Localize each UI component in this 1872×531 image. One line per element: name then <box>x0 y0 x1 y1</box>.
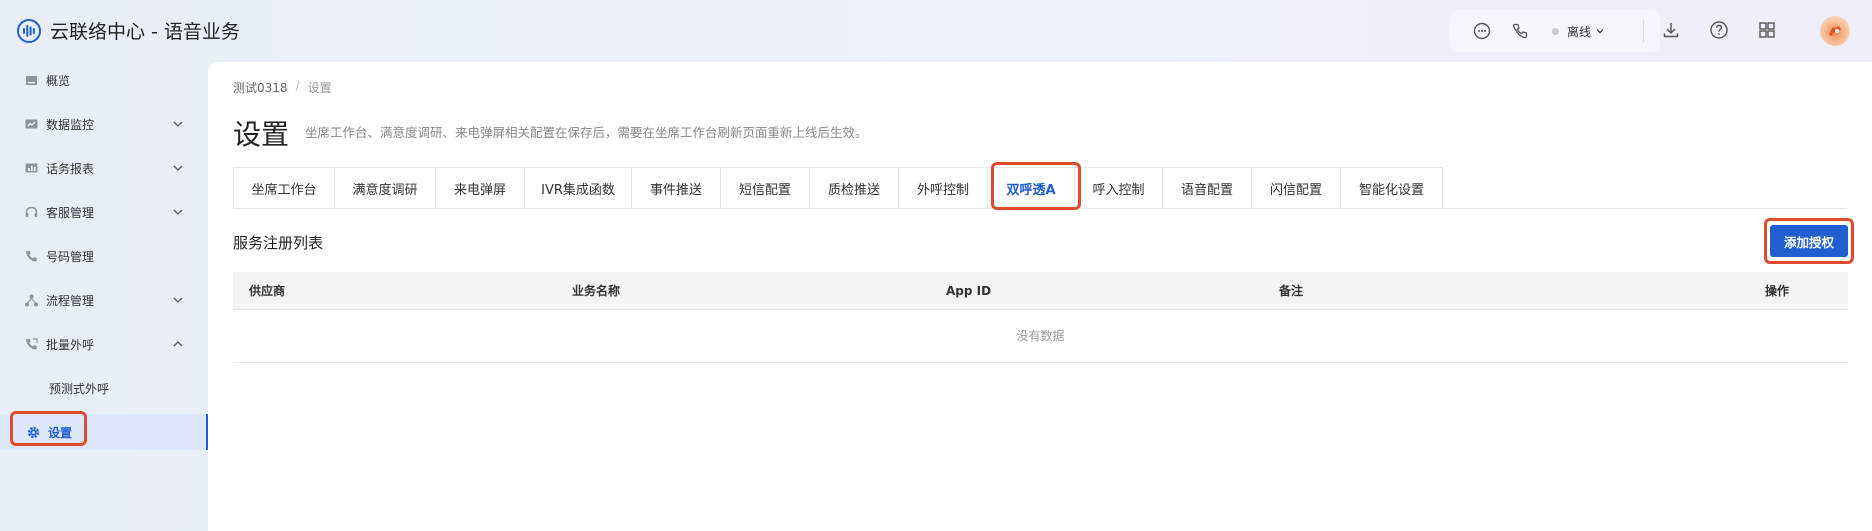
sidebar-item-settings[interactable]: 设置 <box>0 414 208 450</box>
tab-flash-sms-config[interactable]: 闪信配置 <box>1251 167 1340 209</box>
brand[interactable]: 云联络中心 - 语音业务 <box>16 17 240 44</box>
chevron-down-icon <box>1596 29 1604 34</box>
chevron-down-icon <box>173 165 183 171</box>
tab-intelligent-settings[interactable]: 智能化设置 <box>1340 167 1443 209</box>
agent-toolbar: 离线 <box>1450 10 1660 52</box>
settings-tabs: 坐席工作台 满意度调研 来电弹屏 IVR集成函数 事件推送 短信配置 质检推送 … <box>233 167 1443 209</box>
phone-icon[interactable] <box>1510 21 1530 41</box>
sidebar-item-data-monitor[interactable]: 数据监控 <box>0 106 208 142</box>
column-header-actions: 操作 <box>1765 284 1790 298</box>
tab-incoming-popup[interactable]: 来电弹屏 <box>435 167 524 209</box>
tabs-divider <box>233 208 1847 209</box>
avatar-image <box>1829 26 1841 36</box>
grid-apps-icon[interactable] <box>1757 20 1777 40</box>
column-header-app-id: App ID <box>946 284 992 298</box>
sidebar-item-batch-outbound[interactable]: 批量外呼 <box>0 326 208 362</box>
outbound-call-icon <box>26 337 38 349</box>
user-avatar[interactable] <box>1820 16 1850 46</box>
tab-inbound-control[interactable]: 呼入控制 <box>1074 167 1162 209</box>
tab-event-push[interactable]: 事件推送 <box>631 167 720 209</box>
tab-qa-push[interactable]: 质检推送 <box>809 167 898 209</box>
table-empty-row: 没有数据 <box>233 310 1848 363</box>
sidebar-item-label: 预测式外呼 <box>49 381 110 396</box>
tab-agent-workbench[interactable]: 坐席工作台 <box>233 167 334 209</box>
breadcrumb-item[interactable]: 测试0318 <box>233 79 288 96</box>
chevron-down-icon <box>173 121 183 127</box>
sidebar-item-label: 概览 <box>46 73 71 88</box>
download-icon[interactable] <box>1661 20 1681 40</box>
sidebar-item-agent-management[interactable]: 客服管理 <box>0 194 208 230</box>
chat-bubble-icon[interactable] <box>1472 21 1492 41</box>
chevron-down-icon <box>173 209 183 215</box>
help-circle-icon[interactable] <box>1709 20 1729 40</box>
service-registration-table: 供应商 业务名称 App ID 备注 操作 没有数据 <box>233 272 1848 363</box>
breadcrumb-separator: / <box>295 79 300 93</box>
chevron-up-icon <box>173 341 183 347</box>
column-header-business-name: 业务名称 <box>572 284 621 298</box>
tab-dual-call[interactable]: 双呼透A <box>987 167 1074 209</box>
headset-icon <box>25 206 38 217</box>
tab-ivr-functions[interactable]: IVR集成函数 <box>524 167 631 209</box>
status-dot <box>1552 27 1559 35</box>
divider <box>1643 20 1644 42</box>
page-description: 坐席工作台、满意度调研、来电弹屏相关配置在保存后，需要在坐席工作台刷新页面重新上… <box>305 125 868 140</box>
report-icon <box>25 163 38 172</box>
tab-voice-config[interactable]: 语音配置 <box>1162 167 1251 209</box>
gear-icon <box>27 426 40 438</box>
sidebar: 概览 数据监控 话务报表 客服管理 号码管理 流程管理 批量外呼 预测式外呼 设… <box>0 60 208 531</box>
tab-outbound-control[interactable]: 外呼控制 <box>898 167 987 209</box>
column-header-remark: 备注 <box>1279 284 1304 298</box>
overview-icon <box>26 75 37 85</box>
status-label: 离线 <box>1567 24 1592 39</box>
sidebar-item-predictive-outbound[interactable]: 预测式外呼 <box>0 370 208 406</box>
sidebar-item-label: 设置 <box>48 425 73 440</box>
add-authorization-button[interactable]: 添加授权 <box>1770 225 1848 257</box>
empty-state-text: 没有数据 <box>1016 329 1065 343</box>
sidebar-item-flow-management[interactable]: 流程管理 <box>0 282 208 318</box>
sidebar-item-label: 话务报表 <box>46 161 95 176</box>
chevron-down-icon <box>173 297 183 303</box>
tab-sms-config[interactable]: 短信配置 <box>720 167 809 209</box>
app-title: 云联络中心 - 语音业务 <box>50 21 240 43</box>
sidebar-item-number-management[interactable]: 号码管理 <box>0 238 208 274</box>
sidebar-item-call-report[interactable]: 话务报表 <box>0 150 208 186</box>
sidebar-item-overview[interactable]: 概览 <box>0 62 208 98</box>
sidebar-item-label: 数据监控 <box>46 117 95 132</box>
table-header: 供应商 业务名称 App ID 备注 操作 <box>233 272 1848 310</box>
sidebar-item-label: 号码管理 <box>46 249 95 264</box>
breadcrumb: 测试0318 / 设置 <box>233 79 332 96</box>
column-header-vendor: 供应商 <box>249 284 286 298</box>
breadcrumb-current: 设置 <box>307 81 332 95</box>
main-panel: 测试0318 / 设置 设置 坐席工作台、满意度调研、来电弹屏相关配置在保存后，… <box>208 62 1872 531</box>
section-title: 服务注册列表 <box>233 234 324 252</box>
agent-status-dropdown[interactable]: 离线 <box>1552 10 1605 52</box>
voice-wave-logo-icon <box>17 18 41 43</box>
monitor-icon <box>25 119 38 128</box>
page-title: 设置 <box>233 118 290 151</box>
sidebar-item-label: 批量外呼 <box>46 337 95 352</box>
sidebar-item-label: 流程管理 <box>46 293 95 308</box>
sidebar-item-label: 客服管理 <box>46 205 95 220</box>
flow-icon <box>25 294 38 306</box>
tab-satisfaction-survey[interactable]: 满意度调研 <box>334 167 435 209</box>
phone-icon <box>26 250 37 261</box>
top-bar: 云联络中心 - 语音业务 离线 <box>0 0 1872 60</box>
